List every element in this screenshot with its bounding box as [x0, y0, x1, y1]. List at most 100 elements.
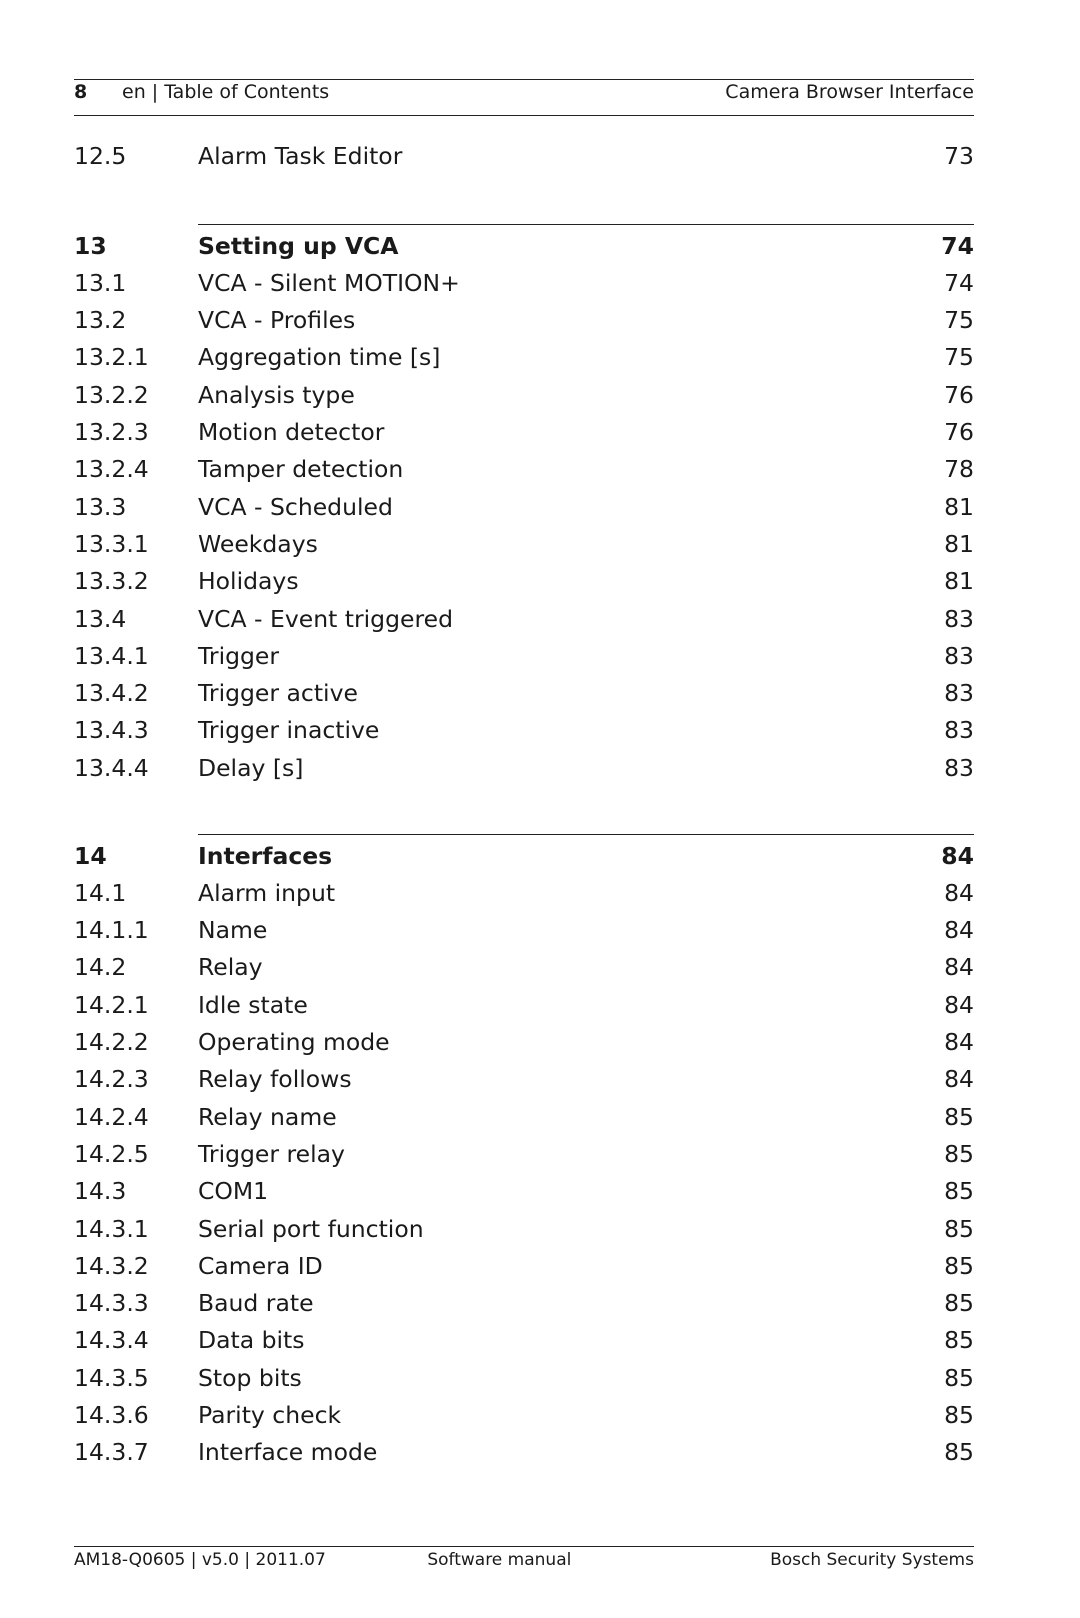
toc-entry[interactable]: 13.4.1 Trigger 83 — [74, 637, 974, 674]
entry-number: 14.3.1 — [74, 1214, 149, 1243]
entry-number: 14.3.4 — [74, 1326, 149, 1355]
entry-title: Delay [s] — [198, 753, 304, 782]
entry-number: 14.3.2 — [74, 1251, 149, 1280]
entry-number: 14 — [74, 841, 107, 870]
entry-page: 73 — [944, 141, 974, 170]
entry-page: 81 — [944, 492, 974, 521]
toc-entry[interactable]: 13.3.1 Weekdays 81 — [74, 525, 974, 562]
toc-entry[interactable]: 14.3.6 Parity check 85 — [74, 1397, 974, 1434]
toc-entry[interactable]: 13.3 VCA - Scheduled 81 — [74, 488, 974, 525]
entry-page: 83 — [944, 753, 974, 782]
entry-title: VCA - Silent MOTION+ — [198, 268, 460, 297]
entry-page: 76 — [944, 380, 974, 409]
entry-number: 13.2.1 — [74, 343, 149, 372]
entry-page: 83 — [944, 641, 974, 670]
entry-page: 78 — [944, 455, 974, 484]
entry-title: Trigger — [198, 641, 280, 670]
toc-entry[interactable]: 14.2 Relay 84 — [74, 949, 974, 986]
entry-title: Data bits — [198, 1326, 305, 1355]
entry-page: 83 — [944, 604, 974, 633]
entry-title: Idle state — [198, 990, 308, 1019]
entry-number: 13.2.3 — [74, 418, 149, 446]
entry-title: Trigger relay — [198, 1139, 345, 1168]
entry-page: 85 — [944, 1289, 974, 1318]
entry-page: 85 — [944, 1251, 974, 1280]
entry-page: 84 — [941, 841, 974, 870]
entry-title: Trigger active — [198, 679, 358, 708]
entry-title: Relay follows — [198, 1065, 352, 1094]
entry-page: 84 — [944, 953, 974, 982]
entry-number: 14.3.6 — [74, 1401, 149, 1429]
entry-number: 12.5 — [74, 141, 127, 170]
entry-title: VCA - Profiles — [198, 306, 356, 335]
entry-title: Holidays — [198, 567, 299, 596]
chapter-heading[interactable]: 13 Setting up VCA 74 — [74, 227, 974, 264]
entry-title: Parity check — [198, 1401, 342, 1429]
toc-entry[interactable]: 13.2.3 Motion detector 76 — [74, 414, 974, 451]
entry-title: Relay name — [198, 1102, 337, 1131]
toc-entry[interactable]: 14.3 COM1 85 — [74, 1173, 974, 1210]
header-top-rule — [74, 79, 974, 80]
toc-entry[interactable]: 13.3.2 Holidays 81 — [74, 563, 974, 600]
toc-entry[interactable]: 14.2.1 Idle state 84 — [74, 986, 974, 1023]
toc-entry[interactable]: 14.2.4 Relay name 85 — [74, 1098, 974, 1135]
entry-title: Serial port function — [198, 1214, 424, 1243]
footer-doc-type: Software manual — [427, 1550, 572, 1570]
toc-entry[interactable]: 14.3.1 Serial port function 85 — [74, 1210, 974, 1247]
entry-page: 75 — [944, 343, 974, 372]
toc-entry[interactable]: 13.4.4 Delay [s] 83 — [74, 749, 974, 786]
entry-page: 76 — [944, 418, 974, 446]
entry-number: 13.2 — [74, 306, 127, 335]
entry-page: 85 — [944, 1326, 974, 1355]
entry-number: 13.4.2 — [74, 679, 149, 708]
toc-entry[interactable]: 13.2.2 Analysis type 76 — [74, 376, 974, 413]
entry-page: 81 — [944, 567, 974, 596]
entry-page: 85 — [944, 1401, 974, 1429]
toc-entry[interactable]: 14.2.3 Relay follows 84 — [74, 1061, 974, 1098]
entry-title: Operating mode — [198, 1028, 390, 1056]
toc-entry[interactable]: 14.3.5 Stop bits 85 — [74, 1359, 974, 1396]
chapter-heading[interactable]: 14 Interfaces 84 — [74, 837, 974, 874]
entry-page: 84 — [944, 1028, 974, 1056]
entry-page: 74 — [944, 268, 974, 297]
toc-entry[interactable]: 14.3.7 Interface mode 85 — [74, 1434, 974, 1471]
entry-number: 13.4.1 — [74, 641, 149, 670]
entry-title: Aggregation time [s] — [198, 343, 441, 372]
entry-page: 84 — [944, 878, 974, 907]
entry-number: 13.1 — [74, 268, 127, 297]
toc-entry[interactable]: 14.3.4 Data bits 85 — [74, 1322, 974, 1359]
toc-entry[interactable]: 14.1.1 Name 84 — [74, 912, 974, 949]
toc-entry[interactable]: 14.2.2 Operating mode 84 — [74, 1024, 974, 1061]
page-number: 8 — [74, 81, 88, 103]
toc-entry[interactable]: 14.2.5 Trigger relay 85 — [74, 1135, 974, 1172]
toc-entry[interactable]: 13.4.3 Trigger inactive 83 — [74, 712, 974, 749]
entry-title: VCA - Event triggered — [198, 604, 453, 633]
header-document-title: Camera Browser Interface — [725, 81, 974, 103]
footer-doc-id: AM18-Q0605 | v5.0 | 2011.07 — [74, 1550, 326, 1570]
entry-title: Alarm input — [198, 878, 336, 907]
footer-publisher: Bosch Security Systems — [770, 1550, 974, 1570]
header-section: en | Table of Contents — [122, 81, 330, 103]
toc-entry[interactable]: 14.3.2 Camera ID 85 — [74, 1247, 974, 1284]
toc-entry[interactable]: 13.4.2 Trigger active 83 — [74, 675, 974, 712]
toc-entry[interactable]: 14.3.3 Baud rate 85 — [74, 1285, 974, 1322]
entry-page: 84 — [944, 1065, 974, 1094]
entry-title: VCA - Scheduled — [198, 492, 393, 521]
entry-number: 13.4.4 — [74, 753, 149, 782]
entry-title: Relay — [198, 953, 263, 982]
entry-number: 14.1.1 — [74, 916, 149, 945]
toc-entry[interactable]: 13.2.4 Tamper detection 78 — [74, 451, 974, 488]
entry-page: 85 — [944, 1177, 974, 1206]
page-header: 8 en | Table of Contents Camera Browser … — [74, 81, 974, 103]
toc-entry[interactable]: 13.1 VCA - Silent MOTION+ 74 — [74, 264, 974, 301]
toc-entry[interactable]: 13.2.1 Aggregation time [s] 75 — [74, 339, 974, 376]
toc-entry[interactable]: 14.1 Alarm input 84 — [74, 874, 974, 911]
entry-number: 13.4.3 — [74, 716, 149, 745]
entry-title: Weekdays — [198, 529, 318, 558]
entry-title: Trigger inactive — [198, 716, 380, 745]
toc-entry[interactable]: 13.2 VCA - Profiles 75 — [74, 302, 974, 339]
toc-entry[interactable]: 12.5 Alarm Task Editor 73 — [74, 137, 974, 174]
entry-page: 85 — [944, 1102, 974, 1131]
entry-page: 75 — [944, 306, 974, 335]
toc-entry[interactable]: 13.4 VCA - Event triggered 83 — [74, 600, 974, 637]
